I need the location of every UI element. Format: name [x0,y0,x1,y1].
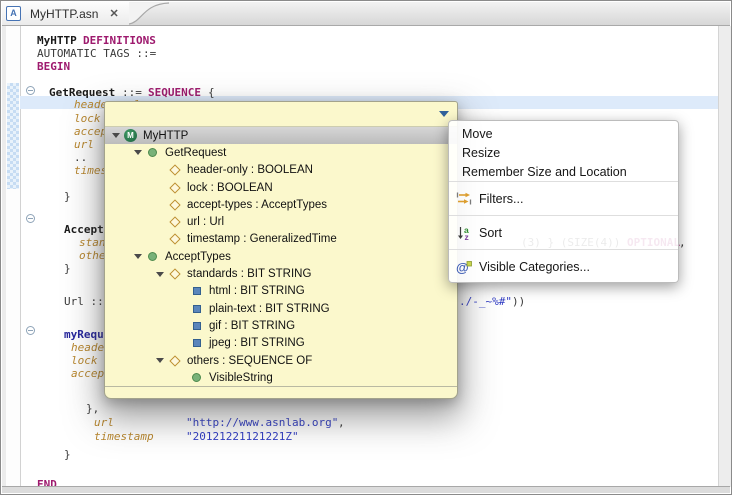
type-icon [144,252,161,261]
menu-item-resize[interactable]: Resize [449,143,678,162]
type-icon [188,373,205,382]
outline-item-url-url[interactable]: url : Url [105,213,457,230]
outline-item-header-only-boolean[interactable]: header-only : BOOLEAN [105,162,457,179]
bit-icon [188,305,205,313]
field-icon [166,201,183,209]
outline-item-label: others : SEQUENCE OF [187,355,312,367]
menu-item-label: Visible Categories... [479,260,590,274]
window-bottom-border [2,486,730,493]
code-text: )) [512,295,525,308]
outline-item-others-sequence-of[interactable]: others : SEQUENCE OF [105,352,457,369]
svg-text:z: z [465,232,469,240]
code-text: } [64,448,71,461]
code-text: DEFINITIONS [83,34,156,47]
outline-item-label: plain-text : BIT STRING [209,303,330,315]
view-menu-button chevron-down-icon[interactable] [439,111,449,117]
outline-item-plain-text-bit-string[interactable]: plain-text : BIT STRING [105,300,457,317]
sort-icon: az [455,226,473,240]
field-icon [166,357,183,365]
expand-arrow-icon[interactable] [153,358,166,363]
bit-icon [188,287,205,295]
code-text: lock [71,354,98,367]
menu-item-label: Sort [479,226,502,240]
code-text: MyHTTP [37,34,77,47]
outline-item-jpeg-bit-string[interactable]: jpeg : BIT STRING [105,335,457,352]
outline-item-label: gif : BIT STRING [209,320,295,332]
code-text: } [64,262,71,275]
menu-item-remember-size-and-location[interactable]: Remember Size and Location [449,162,678,181]
outline-item-myhttp[interactable]: M MyHTTP [105,127,457,144]
menu-item-move[interactable]: Move [449,124,678,143]
menu-item-label: Move [462,127,493,141]
code-text: AUTOMATIC TAGS ::= [37,47,156,60]
menu-item-label: Remember Size and Location [462,165,627,179]
menu-item-label: Resize [462,146,500,160]
expand-arrow-icon[interactable] [109,133,122,138]
code-text: }, [86,402,99,415]
outline-item-timestamp-generalizedtime[interactable]: timestamp : GeneralizedTime [105,231,457,248]
outline-tree: M MyHTTP GetRequest header-only : BOOLEAN lo… [105,127,457,386]
outline-item-visiblestring[interactable]: VisibleString [105,369,457,386]
editor-window: A MyHTTP.asn ✕ MyHTTPDEFINITIONSAUTOMATI… [0,0,732,495]
menu-item-sort[interactable]: az Sort [449,216,678,249]
field-icon [166,166,183,174]
bit-icon [188,339,205,347]
outline-item-label: url : Url [187,216,224,228]
code-text: , [679,236,686,249]
expand-arrow-icon[interactable] [131,150,144,155]
code-text: lock [74,112,101,125]
outline-item-label: lock : BOOLEAN [187,182,273,194]
field-icon [166,270,183,278]
outline-item-label: timestamp : GeneralizedTime [187,233,337,245]
field-icon [166,218,183,226]
code-text: } [64,190,71,203]
code-text: , [338,416,345,429]
outline-item-label: html : BIT STRING [209,285,305,297]
code-text: .. [74,151,87,164]
outline-item-label: accept-types : AcceptTypes [187,199,327,211]
outline-item-html-bit-string[interactable]: html : BIT STRING [105,283,457,300]
menu-item-label: Filters... [479,192,523,206]
outline-item-label: MyHTTP [143,130,188,142]
categories-icon: @ [455,260,473,274]
type-icon [144,148,161,157]
outline-item-gif-bit-string[interactable]: gif : BIT STRING [105,317,457,334]
field-icon [166,184,183,192]
outline-item-accepttypes[interactable]: AcceptTypes [105,248,457,265]
overview-ruler[interactable] [718,26,732,487]
context-menu: Move Resize Remember Size and Location Filt… [448,120,679,283]
outline-item-label: VisibleString [209,372,273,384]
outline-item-standards-bit-string[interactable]: standards : BIT STRING [105,265,457,282]
outline-item-label: header-only : BOOLEAN [187,164,313,176]
code-text: BEGIN [37,60,70,73]
code-text: ./-_~%#" [459,295,512,308]
popup-toolbar [105,102,457,127]
outline-item-label: standards : BIT STRING [187,268,311,280]
expand-arrow-icon[interactable] [153,272,166,277]
code-text: "20121221121221Z" [186,430,299,443]
menu-item-filters[interactable]: Filters... [449,182,678,215]
field-icon [166,235,183,243]
outline-item-accept-types-accepttypes[interactable]: accept-types : AcceptTypes [105,196,457,213]
code-text: { [208,86,215,99]
module-icon: M [122,129,139,142]
bit-icon [188,322,205,330]
quick-outline-popup: M MyHTTP GetRequest header-only : BOOLEAN lo… [104,101,458,399]
code-text: url [94,416,114,429]
outline-item-label: GetRequest [165,147,226,159]
expand-arrow-icon[interactable] [131,254,144,259]
code-text: SEQUENCE [148,86,201,99]
filters-icon [455,192,473,205]
outline-item-label: jpeg : BIT STRING [209,337,305,349]
code-text: "http://www.asnlab.org" [186,416,338,429]
code-text: url [74,138,94,151]
menu-item-visible-categories[interactable]: @ Visible Categories... [449,250,678,283]
outline-item-label: AcceptTypes [165,251,231,263]
code-text: timestamp [94,430,154,443]
outline-item-getrequest[interactable]: GetRequest [105,144,457,161]
popup-footer [105,386,457,398]
outline-item-lock-boolean[interactable]: lock : BOOLEAN [105,179,457,196]
